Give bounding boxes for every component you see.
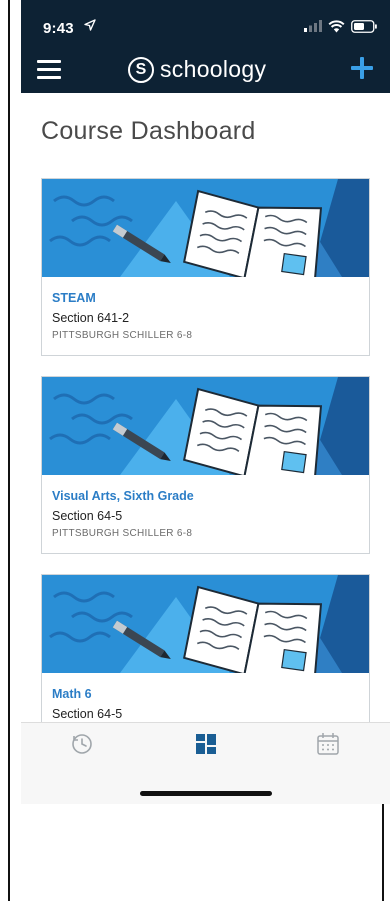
- course-section: Section 64-5: [52, 707, 123, 721]
- course-section: Section 64-5: [52, 509, 123, 523]
- nav-row: S schoology: [21, 48, 390, 93]
- status-time: 9:43: [43, 20, 74, 37]
- course-name: Visual Arts, Sixth Grade: [52, 489, 194, 503]
- course-school: PITTSBURGH SCHILLER 6-8: [52, 330, 193, 341]
- course-section: Section 641-2: [52, 311, 130, 325]
- course-card-image: [42, 377, 369, 475]
- book-pencil-illustration: [42, 575, 369, 673]
- course-dashboard-icon[interactable]: [193, 731, 219, 757]
- add-plus-icon[interactable]: [348, 54, 376, 82]
- schoology-logo: S schoology: [128, 56, 266, 83]
- course-card-image: [42, 575, 369, 673]
- status-bar: 9:43: [21, 0, 390, 44]
- app-header: 9:43 S schoology: [21, 0, 390, 93]
- frame-border-left: [8, 0, 10, 901]
- app-screen: 9:43 S schoology Course Dashboard STEAM …: [21, 0, 390, 804]
- course-name: STEAM: [52, 291, 96, 305]
- course-card-math-6[interactable]: Math 6 Section 64-5: [41, 574, 370, 722]
- bottom-tab-bar: [21, 722, 390, 804]
- status-indicators: [304, 18, 378, 34]
- course-card-image: [42, 179, 369, 277]
- book-pencil-illustration: [42, 179, 369, 277]
- course-name: Math 6: [52, 687, 92, 701]
- logo-mark: S: [128, 56, 154, 83]
- wifi-icon: [328, 19, 345, 32]
- course-list[interactable]: STEAM Section 641-2 PITTSBURGH SCHILLER …: [21, 160, 390, 722]
- logo-text: schoology: [160, 56, 267, 82]
- cellular-signal-icon: [304, 20, 322, 32]
- location-arrow-icon: [84, 19, 96, 31]
- home-indicator[interactable]: [140, 791, 272, 796]
- calendar-icon[interactable]: [315, 731, 341, 757]
- book-pencil-illustration: [42, 377, 369, 475]
- course-card-steam[interactable]: STEAM Section 641-2 PITTSBURGH SCHILLER …: [41, 178, 370, 356]
- course-card-visual-arts[interactable]: Visual Arts, Sixth Grade Section 64-5 PI…: [41, 376, 370, 554]
- page-title: Course Dashboard: [41, 117, 256, 145]
- battery-icon: [351, 19, 377, 33]
- course-school: PITTSBURGH SCHILLER 6-8: [52, 528, 193, 539]
- recent-activity-icon[interactable]: [69, 731, 95, 757]
- menu-icon[interactable]: [37, 60, 61, 80]
